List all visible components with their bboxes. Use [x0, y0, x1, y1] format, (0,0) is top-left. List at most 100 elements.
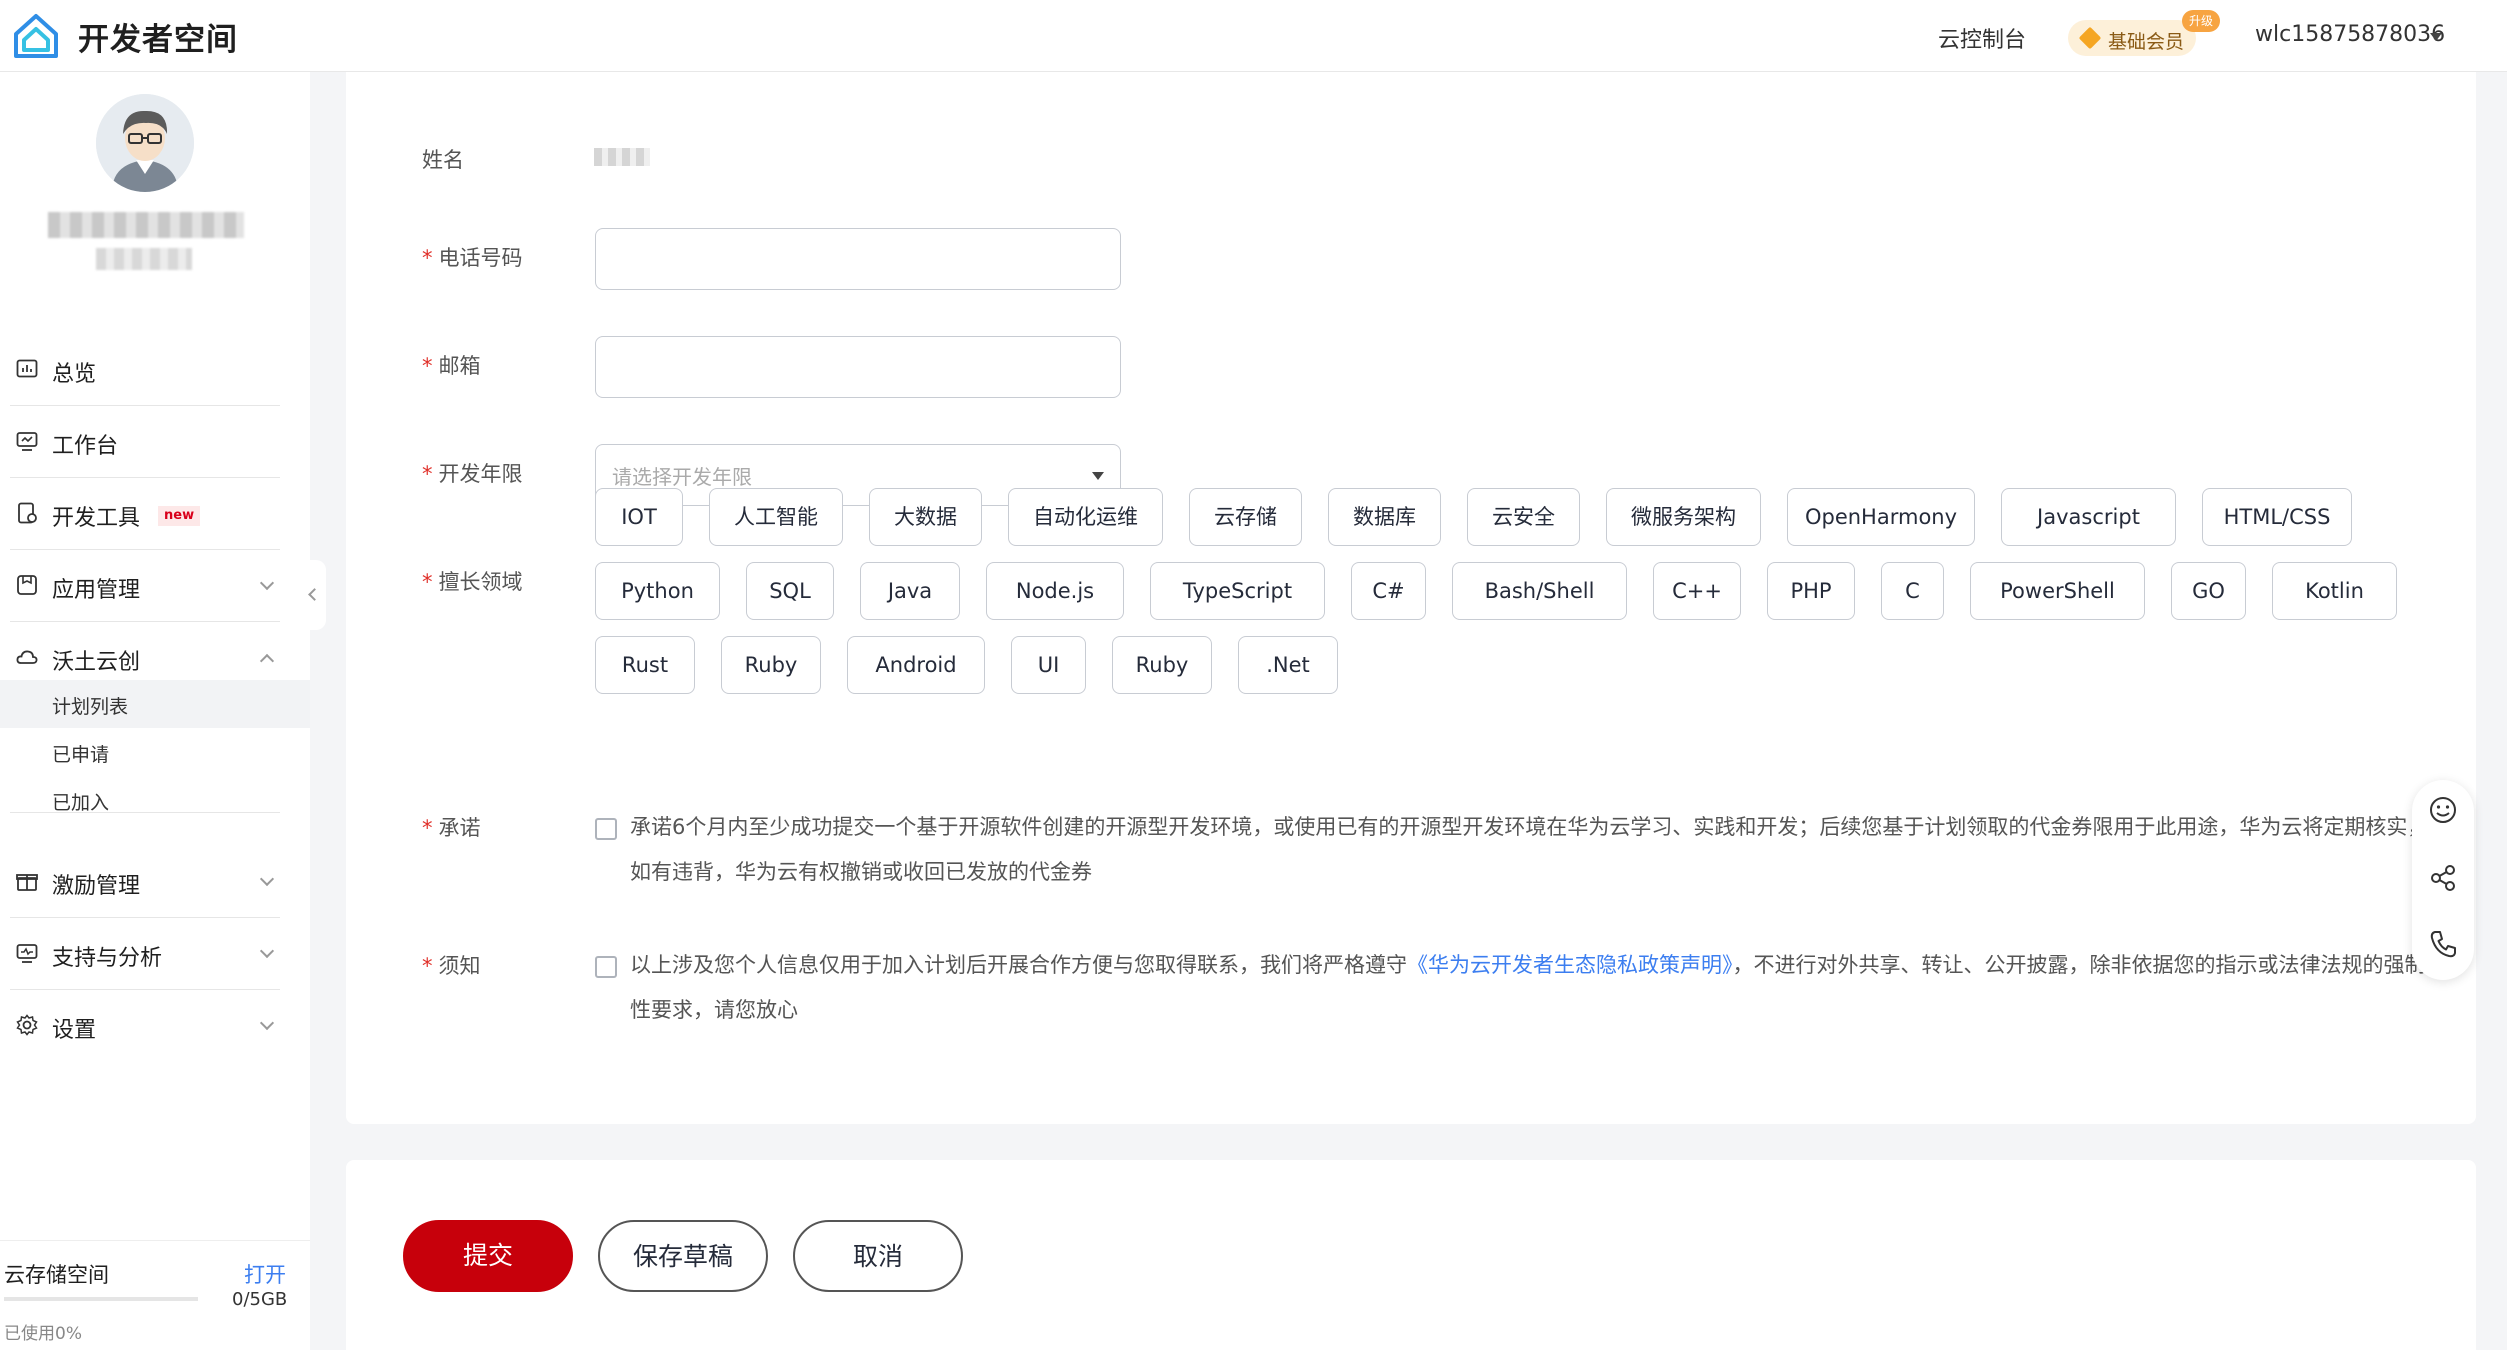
- sidebar-item-label: 应用管理: [52, 578, 141, 603]
- skill-tag[interactable]: Rust: [595, 636, 695, 694]
- skill-tag[interactable]: GO: [2171, 562, 2246, 620]
- skill-tag[interactable]: HTML/CSS: [2202, 488, 2352, 546]
- sidebar-subitem-label: 已加入: [52, 792, 110, 814]
- skill-tag[interactable]: C++: [1653, 562, 1741, 620]
- privacy-policy-link[interactable]: 《华为云开发者生态隐私政策声明》: [1407, 953, 1733, 977]
- sidebar-item-label: 工作台: [52, 434, 119, 459]
- brand-title[interactable]: 开发者空间: [78, 14, 238, 59]
- sidebar-item-label: 激励管理: [52, 874, 141, 899]
- email-label: * 邮箱: [422, 354, 481, 378]
- sidebar-collapse-handle[interactable]: [306, 560, 326, 630]
- sidebar-item-workbench[interactable]: 工作台: [10, 406, 280, 478]
- chevron-down-icon[interactable]: [259, 1015, 275, 1031]
- notice-label: * 须知: [422, 954, 481, 978]
- notice-checkbox[interactable]: [595, 956, 617, 978]
- skill-tag[interactable]: Ruby: [1112, 636, 1212, 694]
- skill-tag[interactable]: Javascript: [2001, 488, 2176, 546]
- console-link[interactable]: 云控制台: [1938, 22, 2026, 54]
- save-draft-button[interactable]: 保存草稿: [598, 1220, 768, 1292]
- skill-tag[interactable]: 云安全: [1467, 488, 1580, 546]
- action-bar: 提交 保存草稿 取消: [346, 1160, 2476, 1350]
- storage-open-link[interactable]: 打开: [244, 1259, 286, 1289]
- skill-tag[interactable]: 大数据: [869, 488, 982, 546]
- skill-tag[interactable]: 云存储: [1189, 488, 1302, 546]
- share-icon[interactable]: [2427, 862, 2459, 894]
- gear-icon: [16, 1014, 38, 1036]
- sidebar-item-app-management[interactable]: 应用管理: [10, 550, 280, 622]
- skill-tag[interactable]: PHP: [1767, 562, 1855, 620]
- skill-tag[interactable]: 自动化运维: [1008, 488, 1163, 546]
- blurred-account-sub: [96, 248, 192, 270]
- phone-icon[interactable]: [2427, 928, 2459, 960]
- skills-label: * 擅长领域: [422, 570, 523, 594]
- sidebar-item-label: 开发工具: [52, 506, 141, 531]
- skill-tag[interactable]: UI: [1011, 636, 1086, 694]
- phone-label: * 电话号码: [422, 246, 523, 270]
- sidebar-subitem-label: 已申请: [52, 744, 110, 766]
- sidebar-item-support[interactable]: 支持与分析: [10, 918, 280, 990]
- sidebar-subitem-label: 计划列表: [52, 696, 129, 718]
- top-header: 开发者空间 云控制台 基础会员 升级 wlc15875878036: [0, 0, 2507, 72]
- storage-title: 云存储空间: [4, 1263, 109, 1287]
- skill-tag[interactable]: 微服务架构: [1606, 488, 1761, 546]
- email-input[interactable]: [595, 336, 1121, 398]
- sidebar-subitem-applied[interactable]: 已申请: [0, 728, 310, 776]
- smile-icon[interactable]: [2427, 794, 2459, 826]
- sidebar-subitem-plan-list[interactable]: 计划列表: [0, 680, 310, 728]
- skill-tag[interactable]: Kotlin: [2272, 562, 2397, 620]
- application-form: 姓名 * 电话号码 * 邮箱 * 开发年限 请选择开发年限 * 擅长领域 IOT 人工智能…: [346, 72, 2476, 1124]
- skill-tag[interactable]: Ruby: [721, 636, 821, 694]
- sidebar-item-dev-tools[interactable]: 开发工具 new: [10, 478, 280, 550]
- skill-tag[interactable]: TypeScript: [1150, 562, 1325, 620]
- home-logo-icon[interactable]: [10, 10, 62, 62]
- sidebar-item-settings[interactable]: 设置: [10, 990, 280, 1062]
- floating-toolbar: [2412, 780, 2474, 980]
- diamond-icon: [2078, 26, 2102, 50]
- tool-icon: [18, 502, 37, 524]
- skill-tag[interactable]: C#: [1351, 562, 1426, 620]
- skill-tag[interactable]: .Net: [1238, 636, 1338, 694]
- skill-tag[interactable]: Android: [847, 636, 985, 694]
- skill-tag[interactable]: IOT: [595, 488, 683, 546]
- skill-tag[interactable]: Java: [860, 562, 960, 620]
- skill-tag[interactable]: C: [1881, 562, 1944, 620]
- sidebar-item-label: 总览: [52, 362, 97, 387]
- sidebar-item-label: 支持与分析: [52, 946, 163, 971]
- chevron-up-icon[interactable]: [259, 653, 275, 669]
- skill-tag[interactable]: Bash/Shell: [1452, 562, 1627, 620]
- sidebar: 总览 工作台 开发工具 new 应用管理 沃土云创 计划列表 已申请 已加入 激…: [0, 72, 310, 1350]
- chevron-down-icon[interactable]: [259, 943, 275, 959]
- username[interactable]: wlc15875878036: [2255, 22, 2445, 47]
- promise-checkbox[interactable]: [595, 818, 617, 840]
- upgrade-badge[interactable]: 升级: [2182, 10, 2221, 32]
- new-badge: new: [158, 506, 201, 526]
- sidebar-item-label: 沃土云创: [52, 650, 141, 675]
- blurred-name-value: [594, 148, 650, 166]
- chevron-down-icon[interactable]: [2430, 33, 2442, 41]
- sidebar-item-overview[interactable]: 总览: [10, 334, 280, 406]
- skill-tag[interactable]: SQL: [746, 562, 834, 620]
- years-label: * 开发年限: [422, 462, 523, 486]
- years-placeholder: 请选择开发年限: [612, 465, 752, 489]
- cancel-button[interactable]: 取消: [793, 1220, 963, 1292]
- sidebar-subitem-joined[interactable]: 已加入: [0, 776, 310, 824]
- avatar[interactable]: [96, 94, 194, 192]
- phone-input[interactable]: [595, 228, 1121, 290]
- skill-tag[interactable]: PowerShell: [1970, 562, 2145, 620]
- chevron-left-icon: [308, 588, 321, 601]
- skill-tag[interactable]: Python: [595, 562, 720, 620]
- app-icon: [17, 575, 37, 595]
- sidebar-item-incentive[interactable]: 激励管理: [10, 846, 280, 918]
- submit-button[interactable]: 提交: [403, 1220, 573, 1292]
- skill-tag[interactable]: 人工智能: [709, 488, 843, 546]
- promise-label: * 承诺: [422, 816, 481, 840]
- gift-icon: [16, 874, 38, 891]
- chevron-down-icon[interactable]: [259, 871, 275, 887]
- membership-badge[interactable]: 基础会员 升级: [2068, 10, 2221, 56]
- skill-tag[interactable]: OpenHarmony: [1787, 488, 1975, 546]
- cloud-icon: [16, 650, 38, 664]
- chevron-down-icon[interactable]: [259, 575, 275, 591]
- skill-tag[interactable]: Node.js: [986, 562, 1124, 620]
- skill-tag[interactable]: 数据库: [1328, 488, 1441, 546]
- cloud-storage-panel: 云存储空间 打开 0/5GB 已使用0%: [0, 1240, 310, 1350]
